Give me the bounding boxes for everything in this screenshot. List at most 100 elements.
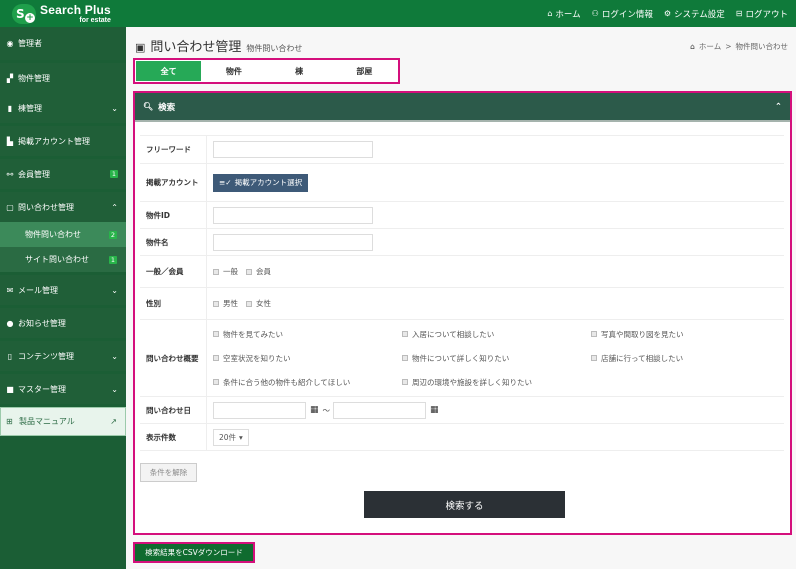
tab-property[interactable]: 物件 xyxy=(201,61,266,81)
home-icon: ⌂ xyxy=(690,42,695,51)
sidebar-subitem-property-inquiry[interactable]: 物件問い合わせ 2 xyxy=(0,222,126,247)
sidebar-user[interactable]: ◉ 管理者 xyxy=(0,27,126,60)
search-panel-header[interactable]: 🔍︎ 検索 ⌃ xyxy=(135,93,790,122)
nav-logout[interactable]: ⊟ ログアウト xyxy=(736,8,788,20)
checkbox-summary[interactable]: 周辺の環境や施設を詳しく知りたい xyxy=(402,377,583,388)
row-account: 掲載アカウント ≡✓ 掲載アカウント選択 xyxy=(140,164,784,202)
sidebar-item-member[interactable]: ⚯ 会員管理 1 xyxy=(0,159,126,189)
sidebar-item-inquiry[interactable]: ▢ 問い合わせ管理 ⌃ xyxy=(0,192,126,222)
nav-login-info[interactable]: ⚇ ログイン情報 xyxy=(592,8,653,20)
checkbox-summary[interactable]: 条件に合う他の物件も紹介してほしい xyxy=(213,377,394,388)
chevron-up-icon[interactable]: ⌃ xyxy=(775,102,782,112)
sidebar-item-manual[interactable]: ⊞ 製品マニュアル ↗ xyxy=(0,407,126,436)
main-content: ▣ 問い合わせ管理 物件問い合わせ ⌂ ホーム > 物件問い合わせ 全て 物件 … xyxy=(126,27,796,569)
chevron-down-icon: ⌄ xyxy=(111,384,118,394)
search-form: フリーワード 掲載アカウント ≡✓ 掲載アカウント選択 物件ID 物件名 一般／会… xyxy=(140,135,784,451)
sidebar-item-property[interactable]: ▞ 物件管理 xyxy=(0,63,126,93)
checkbox-general[interactable]: 一般 xyxy=(213,266,238,277)
calendar-icon[interactable]: ▦ xyxy=(310,405,319,415)
property-inquiry-badge: 2 xyxy=(109,230,117,239)
row-gender: 性別 男性 女性 xyxy=(140,288,784,320)
checkbox-member[interactable]: 会員 xyxy=(246,266,271,277)
book-icon: ⊞ xyxy=(6,417,13,426)
sidebar-item-master[interactable]: ■ マスター管理 ⌄ xyxy=(0,374,126,404)
sidebar-item-account[interactable]: ▙ 掲載アカウント管理 xyxy=(0,126,126,156)
list-check-icon: ≡✓ xyxy=(219,178,232,187)
sidebar-item-mail[interactable]: ✉ メール管理 ⌄ xyxy=(0,275,126,305)
row-freeword: フリーワード xyxy=(140,136,784,164)
top-header: S + Search Plus for estate ⌂ ホーム ⚇ ログイン情報 ⚙… xyxy=(0,0,796,27)
tab-all[interactable]: 全て xyxy=(136,61,202,81)
row-property-id: 物件ID xyxy=(140,202,784,229)
chevron-up-icon: ⌃ xyxy=(111,202,118,212)
building-icon: ▞ xyxy=(6,73,14,83)
building-block-icon: ▮ xyxy=(7,103,13,113)
folder-icon: ■ xyxy=(6,384,14,394)
inbox-icon: ▣ xyxy=(135,41,146,54)
date-from-input[interactable] xyxy=(213,401,306,419)
site-inquiry-badge: 1 xyxy=(109,255,117,264)
filter-tabs: 全て 物件 棟 部屋 xyxy=(133,58,400,84)
sidebar-item-contents[interactable]: ▯ コンテンツ管理 ⌄ xyxy=(0,341,126,371)
sidebar-item-notice[interactable]: ● お知らせ管理 xyxy=(0,308,126,338)
row-inquiry-summary: 問い合わせ概要 物件を見てみたい 入居について相談したい 写真や間取り図を見たい… xyxy=(140,320,784,397)
freeword-input[interactable] xyxy=(213,141,373,158)
caret-down-icon: ▾ xyxy=(239,432,243,442)
tab-building[interactable]: 棟 xyxy=(267,61,332,81)
search-panel: 🔍︎ 検索 ⌃ フリーワード 掲載アカウント ≡✓ 掲載アカウント選択 物件ID … xyxy=(133,91,792,535)
checkbox-summary[interactable]: 物件を見てみたい xyxy=(213,329,394,340)
page-subtitle: 物件問い合わせ xyxy=(246,44,303,53)
clipboard-icon: ▯ xyxy=(7,351,13,361)
row-member-type: 一般／会員 一般 会員 xyxy=(140,256,784,288)
logo[interactable]: S + Search Plus for estate xyxy=(12,3,111,25)
user-circle-icon: ◉ xyxy=(6,39,14,48)
date-to-input[interactable] xyxy=(333,401,427,419)
row-per-page: 表示件数 20件 ▾ xyxy=(140,424,784,451)
user-icon: ⚇ xyxy=(591,9,599,18)
search-submit-button[interactable]: 検索する xyxy=(364,491,565,518)
breadcrumb-home[interactable]: ホーム xyxy=(699,41,721,52)
home-icon: ⌂ xyxy=(547,9,553,18)
external-link-icon: ↗ xyxy=(110,417,117,426)
member-badge: 1 xyxy=(110,170,118,178)
mail-icon: ✉ xyxy=(6,285,14,295)
checkbox-summary[interactable]: 空室状況を知りたい xyxy=(213,353,394,364)
calendar-icon[interactable]: ▦ xyxy=(430,405,439,415)
users-icon: ⚯ xyxy=(6,169,14,179)
nav-system-settings[interactable]: ⚙ システム設定 xyxy=(664,8,725,20)
chevron-down-icon: ⌄ xyxy=(111,285,118,295)
sidebar-item-building[interactable]: ▮ 棟管理 ⌄ xyxy=(0,93,126,123)
property-id-input[interactable] xyxy=(213,206,373,224)
chevron-down-icon: ⌄ xyxy=(111,103,118,113)
logo-mark: S + xyxy=(12,4,36,24)
per-page-select[interactable]: 20件 ▾ xyxy=(213,428,249,446)
tab-room[interactable]: 部屋 xyxy=(332,61,397,81)
sidebar: ◉ 管理者 ▞ 物件管理 ▮ 棟管理 ⌄ ▙ 掲載アカウント管理 ⚯ 会員管理 … xyxy=(0,27,126,569)
logo-subtitle: for estate xyxy=(79,17,111,24)
checkbox-male[interactable]: 男性 xyxy=(213,298,238,309)
checkbox-summary[interactable]: 店舗に行って相談したい xyxy=(591,353,772,364)
property-name-input[interactable] xyxy=(213,233,373,251)
gear-icon: ⚙ xyxy=(663,9,672,18)
breadcrumb-current: 物件問い合わせ xyxy=(735,42,789,51)
select-account-button[interactable]: ≡✓ 掲載アカウント選択 xyxy=(213,173,309,192)
row-inquiry-date: 問い合わせ日 ▦ ～ ▦ xyxy=(140,397,784,424)
breadcrumb: ⌂ ホーム > 物件問い合わせ xyxy=(690,41,789,52)
checkbox-female[interactable]: 女性 xyxy=(246,298,271,309)
chevron-down-icon: ⌄ xyxy=(111,351,118,361)
info-icon: ● xyxy=(6,318,14,328)
checkbox-summary[interactable]: 写真や間取り図を見たい xyxy=(591,329,772,340)
logout-icon: ⊟ xyxy=(735,9,743,18)
checkbox-summary[interactable]: 入居について相談したい xyxy=(402,329,583,340)
csv-download-button[interactable]: 検索結果をCSVダウンロード xyxy=(133,542,255,563)
sidebar-subitem-site-inquiry[interactable]: サイト問い合わせ 1 xyxy=(0,247,126,272)
nav-home[interactable]: ⌂ ホーム xyxy=(547,8,580,20)
search-icon: 🔍︎ xyxy=(143,102,154,111)
row-property-name: 物件名 xyxy=(140,229,784,256)
checkbox-summary[interactable]: 物件について詳しく知りたい xyxy=(402,353,583,364)
logo-title: Search Plus xyxy=(40,3,111,17)
clear-conditions-button[interactable]: 条件を解除 xyxy=(140,463,197,482)
page-title: ▣ 問い合わせ管理 物件問い合わせ xyxy=(135,40,303,55)
top-nav: ⌂ ホーム ⚇ ログイン情報 ⚙ システム設定 ⊟ ログアウト xyxy=(547,0,788,27)
account-icon: ▙ xyxy=(6,136,14,146)
